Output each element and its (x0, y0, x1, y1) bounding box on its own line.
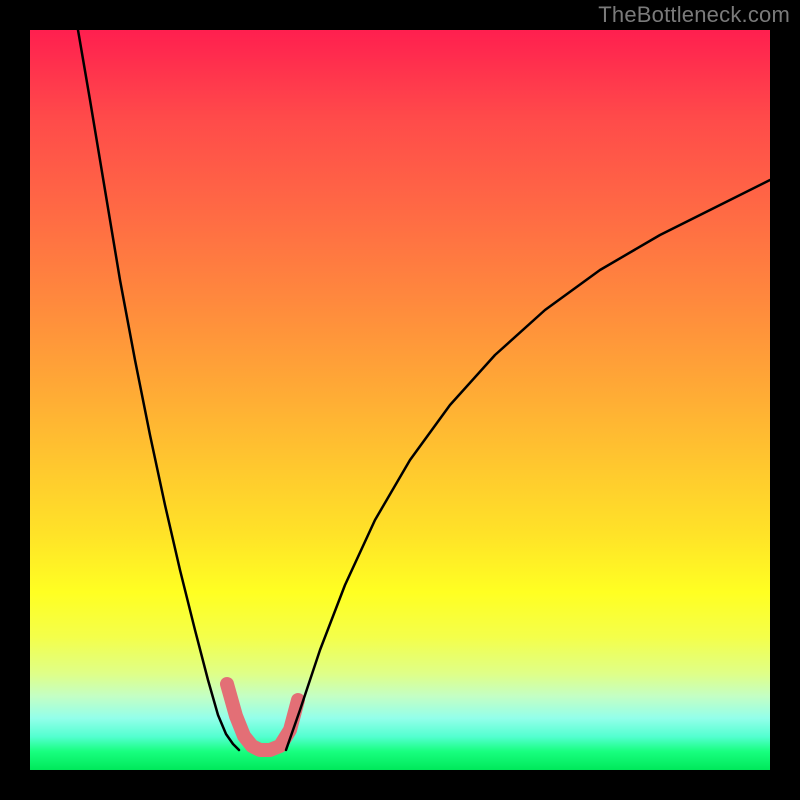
left-branch-path (78, 30, 239, 750)
valley-highlight-path (227, 684, 298, 750)
right-branch-path (286, 180, 770, 750)
chart-frame: TheBottleneck.com (0, 0, 800, 800)
plot-area (30, 30, 770, 770)
watermark-text: TheBottleneck.com (598, 2, 790, 28)
bottleneck-curve (30, 30, 770, 770)
